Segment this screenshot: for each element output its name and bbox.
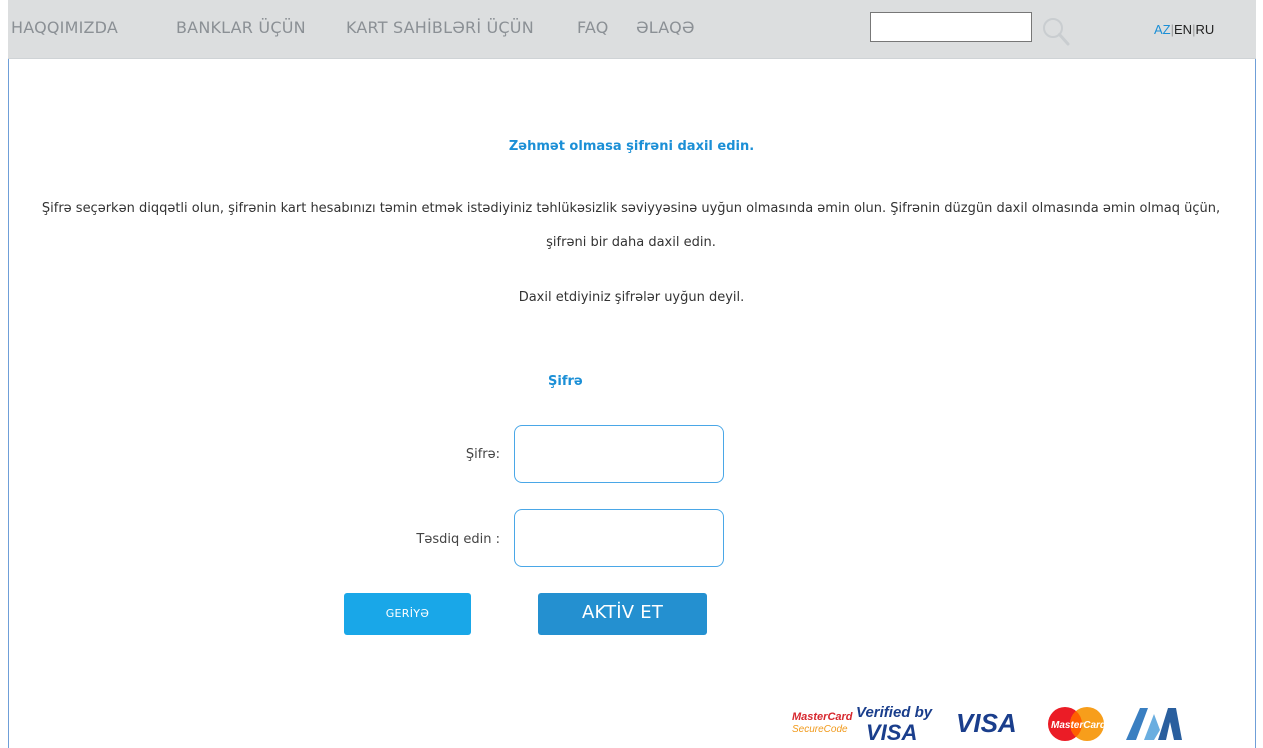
password-field[interactable] xyxy=(514,425,724,483)
verified-by-text: Verified by xyxy=(856,704,933,721)
top-navigation-bar: HAQQIMIZDA BANKLAR ÜÇÜN KART SAHİBLƏRİ Ü… xyxy=(8,0,1256,59)
mastercard-logo-text: MasterCard xyxy=(1051,720,1107,731)
nav-item-for-banks[interactable]: BANKLAR ÜÇÜN xyxy=(176,18,306,37)
language-ru[interactable]: RU xyxy=(1195,22,1214,37)
nav-item-for-cardholders[interactable]: KART SAHİBLƏRİ ÜÇÜN xyxy=(346,18,534,37)
confirm-password-label: Təsdiq edin : xyxy=(416,532,500,547)
search-icon[interactable] xyxy=(1040,16,1072,48)
nav-item-faq[interactable]: FAQ xyxy=(577,18,609,37)
page-frame xyxy=(8,0,1256,748)
millikart-logo xyxy=(1126,708,1182,740)
verified-visa-text: VISA xyxy=(866,720,917,745)
password-instructions: Şifrə seçərkən diqqətli olun, şifrənin k… xyxy=(41,201,1221,250)
visa-logo: VISA xyxy=(956,708,1017,738)
language-switcher: AZ|EN|RU xyxy=(1154,22,1214,37)
verified-by-visa-logo: Verified by VISA xyxy=(856,704,933,745)
search-input[interactable] xyxy=(870,12,1032,42)
nav-item-contact[interactable]: ƏLAQƏ xyxy=(636,18,695,37)
visa-logo-text: VISA xyxy=(956,708,1017,738)
password-section-title: Şifrə xyxy=(548,374,583,389)
page-heading: Zəhmət olmasa şifrəni daxil edin. xyxy=(508,139,755,154)
back-button[interactable]: GERİYƏ xyxy=(344,593,471,635)
mastercard-securecode-logo: MasterCard SecureCode xyxy=(792,711,853,735)
payment-logos: MasterCard SecureCode Verified by VISA V… xyxy=(792,704,1182,745)
mastercard-logo: MasterCard xyxy=(1048,707,1107,741)
mastercard-securecode-line-2: SecureCode xyxy=(792,724,848,735)
error-message: Daxil etdiyiniz şifrələr uyğun deyil. xyxy=(518,290,745,305)
nav-item-about[interactable]: HAQQIMIZDA xyxy=(11,18,118,37)
activate-button[interactable]: AKTİV ET xyxy=(538,593,707,635)
mastercard-securecode-line-1: MasterCard xyxy=(792,711,853,723)
language-az[interactable]: AZ xyxy=(1154,22,1171,37)
confirm-password-field[interactable] xyxy=(514,509,724,567)
password-label: Şifrə: xyxy=(465,447,500,462)
language-en[interactable]: EN xyxy=(1174,22,1192,37)
